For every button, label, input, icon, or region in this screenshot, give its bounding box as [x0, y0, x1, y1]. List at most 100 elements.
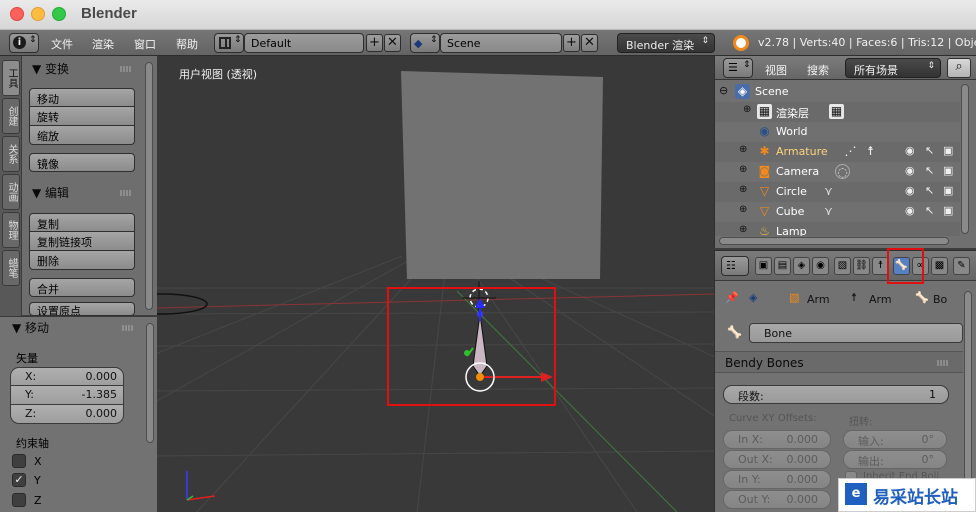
- vector-y-field[interactable]: Y: -1.385: [10, 386, 124, 405]
- outliner-row-world[interactable]: ◉ World: [715, 122, 960, 142]
- visibility-eye-icon[interactable]: ◉: [905, 164, 915, 177]
- delete-layout-button[interactable]: ✕: [384, 34, 401, 52]
- curve-out-y-field[interactable]: Out Y: 0.000: [723, 490, 831, 509]
- 3d-viewport[interactable]: 用户视图 (透视): [157, 56, 714, 512]
- scale-button[interactable]: 缩放: [29, 126, 135, 145]
- outliner-menu-view[interactable]: 视图: [765, 62, 787, 78]
- outliner-h-scrollbar[interactable]: [719, 237, 949, 245]
- screen-layout-menu[interactable]: ⇕: [214, 33, 244, 53]
- outliner-row-circle[interactable]: ⊕ ▽ Circle ⋎ ◉ ↖ ▣: [715, 182, 960, 202]
- tab-more-icon[interactable]: ✎: [953, 257, 970, 275]
- roll-out-field[interactable]: 输出: 0°: [843, 450, 947, 469]
- operator-panel-scrollbar[interactable]: [146, 323, 154, 443]
- visibility-eye-icon[interactable]: ◉: [905, 204, 915, 217]
- panel-grip-icon[interactable]: [937, 360, 949, 366]
- selectable-arrow-icon[interactable]: ↖: [925, 184, 934, 197]
- tab-physics[interactable]: 物理: [2, 212, 20, 248]
- panel-grip-icon[interactable]: [122, 325, 134, 331]
- outliner-row-camera[interactable]: ⊕ ◙ Camera ◌ ◉ ↖ ▣: [715, 162, 960, 182]
- screen-layout-field[interactable]: Default: [244, 33, 364, 53]
- selectable-arrow-icon[interactable]: ↖: [925, 164, 934, 177]
- move-button[interactable]: 移动: [29, 88, 135, 107]
- tab-constraints-icon[interactable]: ⛓: [853, 257, 870, 275]
- duplicate-linked-button[interactable]: 复制链接项: [29, 232, 135, 251]
- curve-out-x-field[interactable]: Out X: 0.000: [723, 450, 831, 469]
- outliner-search-button[interactable]: ⌕: [947, 58, 971, 78]
- outliner-row-scene[interactable]: ⊖ ◈ Scene: [715, 82, 960, 102]
- breadcrumb-bone[interactable]: Bo: [933, 293, 947, 306]
- close-window-button[interactable]: [10, 7, 24, 21]
- pin-icon[interactable]: 📌: [725, 291, 739, 304]
- menu-window[interactable]: 窗口: [134, 36, 156, 52]
- bendy-bones-title[interactable]: Bendy Bones: [725, 356, 804, 370]
- add-layout-button[interactable]: +: [366, 34, 383, 52]
- constraint-z-checkbox[interactable]: [12, 493, 26, 507]
- breadcrumb-armature[interactable]: Arm: [869, 293, 892, 306]
- menu-help[interactable]: 帮助: [176, 36, 198, 52]
- menu-render[interactable]: 渲染: [92, 36, 114, 52]
- tab-tools[interactable]: 工具: [2, 60, 20, 96]
- outliner-row-render-layers[interactable]: ⊕ ▦ 渲染层 ▦: [715, 102, 960, 122]
- duplicate-button[interactable]: 复制: [29, 213, 135, 232]
- delete-button[interactable]: 删除: [29, 251, 135, 270]
- tab-world-icon[interactable]: ◉: [812, 257, 829, 275]
- editor-type-button[interactable]: i ⇕: [9, 33, 39, 53]
- renderable-camera-icon[interactable]: ▣: [943, 164, 953, 177]
- outliner-row-cube[interactable]: ⊕ ▽ Cube ⋎ ◉ ↖ ▣: [715, 202, 960, 222]
- vector-z-field[interactable]: Z: 0.000: [10, 405, 124, 424]
- selectable-arrow-icon[interactable]: ↖: [925, 144, 934, 157]
- cube-object[interactable]: [401, 71, 603, 279]
- circle-object[interactable]: [157, 293, 208, 315]
- transform-panel-title[interactable]: ▼ 变换: [32, 60, 69, 77]
- scene-field[interactable]: Scene: [440, 33, 562, 53]
- rotate-button[interactable]: 旋转: [29, 107, 135, 126]
- tab-relations[interactable]: 关系: [2, 136, 20, 172]
- vector-x-field[interactable]: X: 0.000: [10, 367, 124, 386]
- roll-in-field[interactable]: 输入: 0°: [843, 430, 947, 449]
- properties-scrollbar[interactable]: [964, 291, 972, 491]
- menu-file[interactable]: 文件: [51, 36, 73, 52]
- selectable-arrow-icon[interactable]: ↖: [925, 204, 934, 217]
- outliner-scrollbar[interactable]: [961, 84, 969, 234]
- visibility-eye-icon[interactable]: ◉: [905, 144, 915, 157]
- outliner-row-lamp[interactable]: ⊕ ♨ Lamp: [715, 222, 960, 236]
- join-button[interactable]: 合并: [29, 278, 135, 297]
- scene-menu[interactable]: ◆ ⇕: [410, 33, 440, 53]
- set-origin-button[interactable]: 设置原点: [29, 302, 135, 316]
- curve-in-x-field[interactable]: In X: 0.000: [723, 430, 831, 449]
- renderable-camera-icon[interactable]: ▣: [943, 144, 953, 157]
- bone-name-field[interactable]: Bone: [749, 323, 963, 343]
- tab-object-icon[interactable]: ▧: [834, 257, 851, 275]
- renderable-camera-icon[interactable]: ▣: [943, 184, 953, 197]
- tab-render-icon[interactable]: ▣: [755, 257, 772, 275]
- breadcrumb-object[interactable]: Arm: [807, 293, 830, 306]
- outliner-editor-type-button[interactable]: ☰ ⇕: [723, 58, 753, 78]
- minimize-window-button[interactable]: [31, 7, 45, 21]
- render-engine-select[interactable]: Blender 渲染 ⇕: [617, 33, 715, 53]
- edit-panel-title[interactable]: ▼ 编辑: [32, 184, 69, 201]
- panel-grip-icon[interactable]: [120, 66, 132, 72]
- renderable-camera-icon[interactable]: ▣: [943, 204, 953, 217]
- add-scene-button[interactable]: +: [563, 34, 580, 52]
- tab-scene-icon[interactable]: ◈: [793, 257, 810, 275]
- tab-create[interactable]: 创建: [2, 98, 20, 134]
- tab-render-layers-icon[interactable]: ▤: [774, 257, 791, 275]
- segments-field[interactable]: 段数: 1: [723, 385, 949, 404]
- constraint-y-checkbox[interactable]: ✓: [12, 473, 26, 487]
- properties-editor-type-button[interactable]: ☷: [721, 256, 749, 276]
- tab-animation[interactable]: 动画: [2, 174, 20, 210]
- visibility-eye-icon[interactable]: ◉: [905, 184, 915, 197]
- tab-grease-pencil[interactable]: 蜡笔: [2, 250, 20, 286]
- constraint-x-checkbox[interactable]: [12, 454, 26, 468]
- mirror-button[interactable]: 镜像: [29, 153, 135, 172]
- operator-panel-title[interactable]: ▼ 移动: [12, 319, 49, 336]
- tool-shelf-scrollbar[interactable]: [145, 62, 153, 310]
- zoom-window-button[interactable]: [52, 7, 66, 21]
- outliner-menu-search[interactable]: 搜索: [807, 62, 829, 78]
- panel-grip-icon[interactable]: [120, 190, 132, 196]
- outliner-row-armature[interactable]: ⊕ ✱ Armature ⋰ ☨ ◉ ↖ ▣: [715, 142, 960, 162]
- outliner-filter-select[interactable]: 所有场景 ⇕: [845, 58, 941, 78]
- tab-texture-icon[interactable]: ▩: [931, 257, 948, 275]
- curve-in-y-field[interactable]: In Y: 0.000: [723, 470, 831, 489]
- delete-scene-button[interactable]: ✕: [581, 34, 598, 52]
